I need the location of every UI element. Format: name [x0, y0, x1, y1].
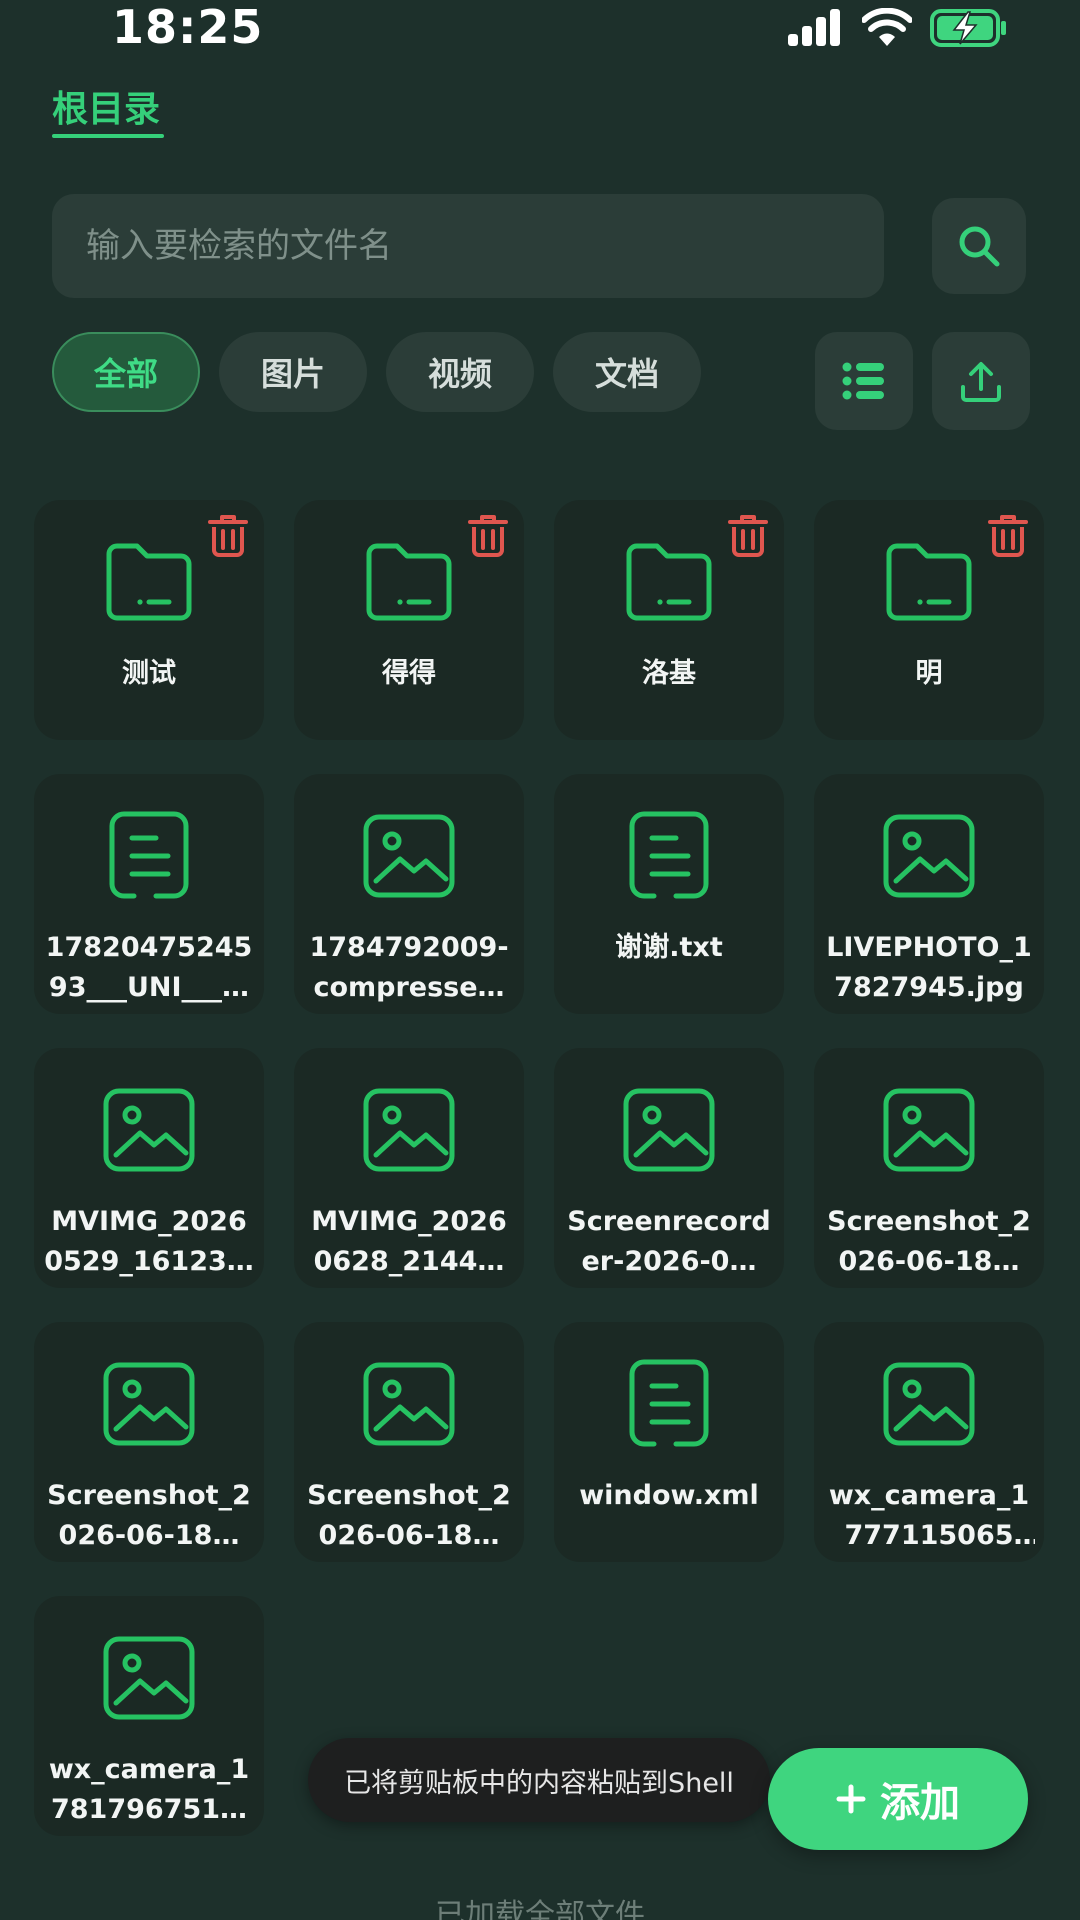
image-file-icon [879, 1354, 979, 1454]
file-name: LIVEPHOTO_17827945.jpg [826, 932, 1032, 1003]
file-name: 1784792009-compresse… [309, 932, 509, 1003]
filter-chip-videos[interactable]: 视频 [386, 332, 534, 412]
battery-charging-icon [930, 9, 1006, 47]
file-name: 明 [915, 658, 943, 689]
file-name: 洛基 [642, 658, 696, 689]
file-name: 谢谢.txt [615, 932, 723, 963]
add-button-label: 添加 [880, 1780, 960, 1826]
footer-note: 已加载全部文件 [435, 1898, 645, 1920]
file-card[interactable]: Screenshot_2026-06-18… [34, 1322, 264, 1562]
search-input[interactable] [52, 194, 884, 298]
file-card[interactable]: MVIMG_20260628_2144… [294, 1048, 524, 1288]
delete-folder-button[interactable] [206, 514, 250, 562]
file-card[interactable]: wx_camera_17771150651… [814, 1322, 1044, 1562]
image-file-icon [99, 1628, 199, 1728]
filter-chip-all[interactable]: 全部 [52, 332, 200, 412]
file-name: Screenshot_2026-06-18… [827, 1206, 1031, 1277]
trash-icon [468, 514, 508, 562]
delete-folder-button[interactable] [986, 514, 1030, 562]
file-name: Screenshot_2026-06-18… [307, 1480, 511, 1551]
folder-icon [99, 532, 199, 632]
filter-chip-images[interactable]: 图片 [219, 332, 367, 412]
trash-icon [988, 514, 1028, 562]
file-name: 测试 [122, 658, 176, 689]
folder-card[interactable]: 洛基 [554, 500, 784, 740]
image-file-icon [359, 806, 459, 906]
trash-icon [208, 514, 248, 562]
status-bar: 18:25 [0, 0, 1080, 54]
file-name: 得得 [382, 658, 436, 689]
file-card[interactable]: window.xml [554, 1322, 784, 1562]
folder-card[interactable]: 得得 [294, 500, 524, 740]
plus-icon [836, 1784, 866, 1814]
file-name: wx_camera_1781796751… [48, 1754, 250, 1825]
file-card[interactable]: MVIMG_20260529_16123… [34, 1048, 264, 1288]
status-icons [786, 6, 1008, 50]
search-button[interactable] [932, 198, 1026, 294]
file-name: Screenrecorder-2026-0… [567, 1206, 771, 1277]
file-name: 1782047524593___UNI___… [45, 932, 253, 1003]
file-card[interactable]: Screenrecorder-2026-0… [554, 1048, 784, 1288]
file-name: MVIMG_20260628_2144… [311, 1206, 507, 1277]
image-file-icon [99, 1354, 199, 1454]
status-time: 18:25 [112, 0, 264, 54]
delete-folder-button[interactable] [466, 514, 510, 562]
image-file-icon [359, 1354, 459, 1454]
file-card[interactable]: 1784792009-compresse… [294, 774, 524, 1014]
folder-card[interactable]: 测试 [34, 500, 264, 740]
file-name: Screenshot_2026-06-18… [47, 1480, 251, 1551]
image-file-icon [99, 1080, 199, 1180]
list-view-icon [842, 362, 884, 400]
file-card[interactable]: Screenshot_2026-06-18… [294, 1322, 524, 1562]
folder-icon [879, 532, 979, 632]
upload-icon [961, 362, 1001, 402]
file-card[interactable]: LIVEPHOTO_17827945.jpg [814, 774, 1044, 1014]
wifi-icon [862, 8, 912, 46]
breadcrumb-underline [52, 134, 164, 138]
filter-chip-documents[interactable]: 文档 [553, 332, 701, 412]
file-name: window.xml [579, 1480, 759, 1511]
folder-icon [359, 532, 459, 632]
upload-button[interactable] [932, 332, 1030, 430]
delete-folder-button[interactable] [726, 514, 770, 562]
folder-icon [619, 532, 719, 632]
add-button[interactable]: 添加 [768, 1748, 1028, 1850]
image-file-icon [879, 806, 979, 906]
file-card[interactable]: wx_camera_1781796751… [34, 1596, 264, 1836]
file-card[interactable]: Screenshot_2026-06-18… [814, 1048, 1044, 1288]
image-file-icon [359, 1080, 459, 1180]
search-icon [959, 226, 1000, 267]
file-grid: 测试 得得 洛基 明 1782047524593___UNI___… 1784792009… [34, 500, 1046, 1836]
file-card[interactable]: 谢谢.txt [554, 774, 784, 1014]
cellular-signal-icon [788, 9, 840, 46]
document-file-icon [619, 806, 719, 906]
list-view-button[interactable] [815, 332, 913, 430]
file-manager-screen: 18:25 根目录 输入要检索的文件名 全部 图片 视频 文档 测试 得得 洛基… [0, 0, 1080, 1920]
image-file-icon [619, 1080, 719, 1180]
trash-icon [728, 514, 768, 562]
breadcrumb-root[interactable]: 根目录 [52, 88, 160, 132]
file-name: wx_camera_17771150651… [828, 1480, 1030, 1551]
file-card[interactable]: 1782047524593___UNI___… [34, 774, 264, 1014]
document-file-icon [619, 1354, 719, 1454]
clipboard-toast: 已将剪贴板中的内容粘贴到Shell [308, 1738, 770, 1822]
image-file-icon [879, 1080, 979, 1180]
file-name: MVIMG_20260529_16123… [44, 1206, 254, 1277]
document-file-icon [99, 806, 199, 906]
folder-card[interactable]: 明 [814, 500, 1044, 740]
